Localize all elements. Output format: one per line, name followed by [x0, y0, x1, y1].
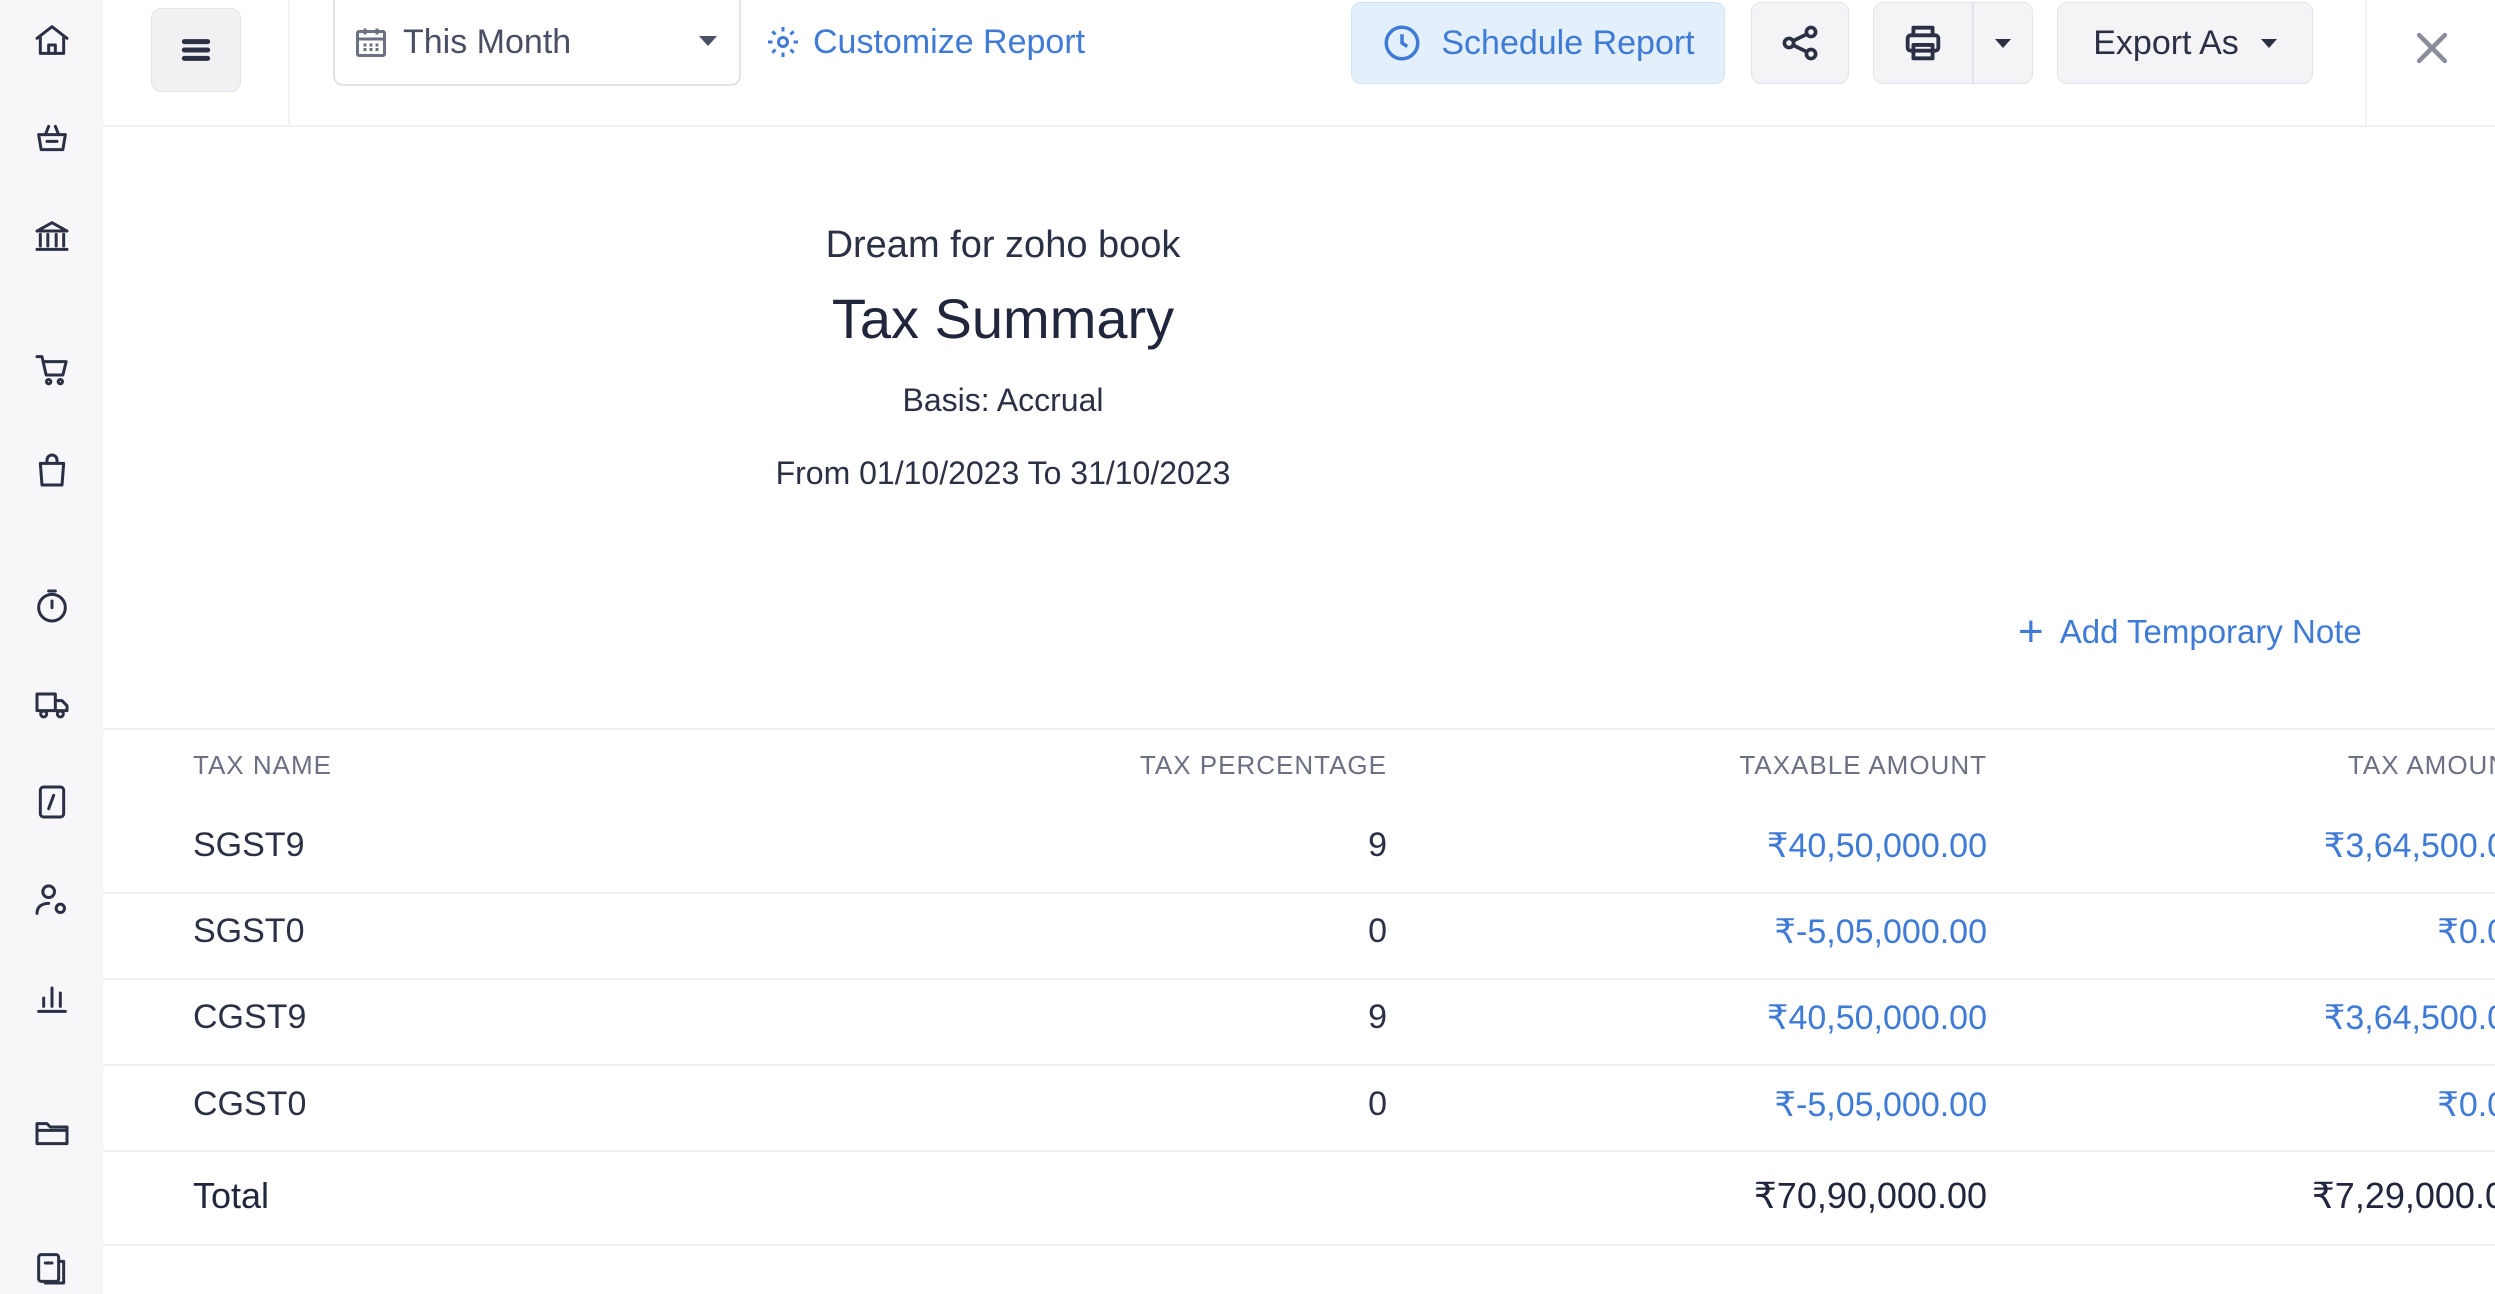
taxable-amount-link[interactable]: ₹40,50,000.00 [1767, 826, 1987, 866]
tax-name-cell: SGST0 [193, 912, 305, 950]
customize-report-label: Customize Report [813, 22, 1086, 61]
printer-icon [1905, 25, 1941, 61]
report-title: Tax Summary [831, 287, 1175, 350]
total-taxable-amount: ₹70,90,000.00 [1753, 1175, 1987, 1216]
taxable-amount-link[interactable]: ₹-5,05,000.00 [1774, 1085, 1987, 1125]
tax-amount-link[interactable]: ₹0.00 [2437, 1085, 2495, 1125]
column-header-tax-percentage: TAX PERCENTAGE [1139, 750, 1387, 780]
total-tax-amount: ₹7,29,000.00 [2311, 1175, 2495, 1216]
schedule-report-label: Schedule Report [1441, 23, 1695, 62]
column-header-taxable-amount: TAXABLE AMOUNT [1739, 750, 1987, 780]
toolbar-divider [288, 0, 290, 125]
schedule-report-button[interactable]: Schedule Report [1351, 2, 1725, 84]
column-header-tax-name: TAX NAME [193, 750, 332, 780]
tax-amount-link[interactable]: ₹3,64,500.00 [2324, 998, 2495, 1038]
report-toolbar: This Month Customize Report Schedule Rep… [103, 0, 2495, 127]
cart-icon[interactable] [30, 348, 74, 392]
timer-icon[interactable] [30, 584, 74, 628]
toolbar-divider [2365, 0, 2367, 125]
total-label: Total [193, 1175, 270, 1216]
taxable-amount-link[interactable]: ₹-5,05,000.00 [1774, 912, 1987, 952]
tax-amount-link[interactable]: ₹3,64,500.00 [2324, 826, 2495, 866]
plus-icon: + [2018, 607, 2044, 656]
export-as-label: Export As [2093, 23, 2239, 62]
table-divider [103, 728, 2495, 730]
tax-name-cell: CGST9 [193, 998, 307, 1036]
table-row: CGST9 9 ₹40,50,000.00 ₹3,64,500.00 [103, 976, 2495, 1062]
tax-percentage-cell: 9 [1368, 998, 1387, 1036]
menu-button[interactable] [151, 8, 241, 92]
period-select-value: This Month [403, 22, 572, 61]
tax-percentage-cell: 0 [1368, 1085, 1387, 1123]
close-icon [2416, 32, 2448, 64]
bar-chart-icon[interactable] [30, 976, 74, 1020]
column-header-tax-amount: TAX AMOUNT [2347, 750, 2495, 780]
table-row: SGST0 0 ₹-5,05,000.00 ₹0.00 [103, 890, 2495, 976]
documents-icon[interactable] [30, 1246, 74, 1290]
clock-icon [1384, 25, 1420, 61]
close-button[interactable] [2410, 26, 2454, 70]
share-icon [1782, 25, 1818, 61]
print-options-dropdown[interactable] [1974, 3, 2032, 83]
share-button[interactable] [1751, 2, 1849, 84]
print-button[interactable] [1874, 3, 1974, 83]
shopping-bag-icon[interactable] [30, 448, 74, 492]
customize-report-link[interactable]: Customize Report [765, 18, 1085, 66]
table-divider [103, 1244, 2495, 1246]
basket-icon[interactable] [30, 116, 74, 160]
table-row: SGST9 9 ₹40,50,000.00 ₹3,64,500.00 [103, 804, 2495, 890]
add-temporary-note-label: Add Temporary Note [2059, 613, 2362, 650]
calendar-icon [353, 24, 389, 60]
export-as-button[interactable]: Export As [2057, 2, 2313, 84]
report-basis: Basis: Accrual [902, 382, 1104, 418]
menu-icon [181, 39, 211, 61]
tax-percentage-cell: 0 [1368, 912, 1387, 950]
caret-down-icon [2260, 38, 2277, 48]
caret-down-icon [1995, 38, 2011, 48]
report-date-range: From 01/10/2023 To 31/10/2023 [775, 455, 1231, 491]
add-temporary-note-link[interactable]: + Add Temporary Note [2018, 610, 2362, 654]
sidebar [0, 0, 103, 1294]
truck-icon[interactable] [30, 682, 74, 726]
document-icon[interactable] [30, 780, 74, 824]
organization-name: Dream for zoho book [825, 224, 1181, 266]
tax-name-cell: CGST0 [193, 1085, 307, 1123]
table-divider [103, 1150, 2495, 1152]
home-icon[interactable] [30, 18, 74, 62]
chevron-down-icon [699, 36, 717, 46]
folder-icon[interactable] [30, 1110, 74, 1154]
taxable-amount-link[interactable]: ₹40,50,000.00 [1767, 998, 1987, 1038]
period-select[interactable]: This Month [333, 0, 741, 86]
print-button-group [1873, 2, 2033, 84]
tax-percentage-cell: 9 [1368, 826, 1387, 864]
tax-amount-link[interactable]: ₹0.00 [2437, 912, 2495, 952]
table-row: CGST0 0 ₹-5,05,000.00 ₹0.00 [103, 1063, 2495, 1149]
tax-name-cell: SGST9 [193, 826, 305, 864]
table-total-row: Total ₹70,90,000.00 ₹7,29,000.00 [103, 1153, 2495, 1239]
bank-icon[interactable] [30, 214, 74, 258]
user-settings-icon[interactable] [30, 878, 74, 922]
gear-icon [768, 27, 798, 57]
